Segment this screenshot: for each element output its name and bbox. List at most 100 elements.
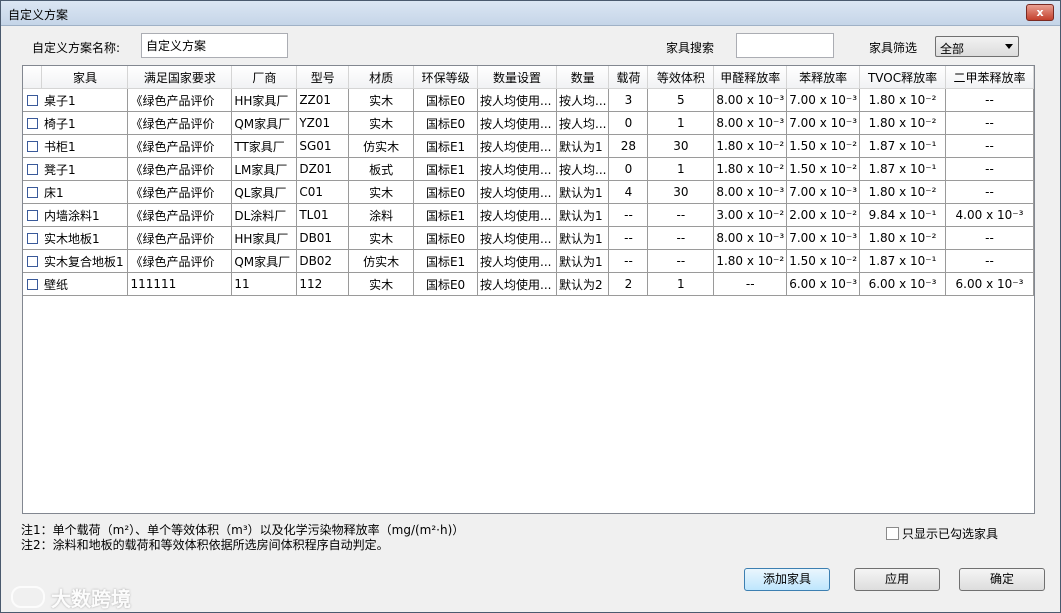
table-cell[interactable]: 板式	[348, 157, 415, 181]
table-cell[interactable]: --	[945, 226, 1034, 250]
table-cell[interactable]: 按人均使用...	[477, 203, 558, 227]
table-cell[interactable]: 3	[608, 88, 649, 112]
table-cell[interactable]: 默认为1	[556, 180, 610, 204]
table-cell[interactable]: DZ01	[296, 157, 350, 181]
table-cell[interactable]: 按人均使用...	[477, 249, 558, 273]
table-cell[interactable]: --	[945, 111, 1034, 135]
table-cell[interactable]: QM家具厂	[231, 249, 298, 273]
checkbox-icon[interactable]	[26, 256, 38, 267]
table-cell[interactable]: DB01	[296, 226, 350, 250]
apply-button[interactable]: 应用	[854, 568, 940, 591]
table-cell[interactable]: 7.00 x 10⁻³	[786, 88, 861, 112]
table-cell[interactable]: 实木	[348, 88, 415, 112]
checkbox-icon[interactable]	[26, 210, 38, 221]
table-cell[interactable]: 28	[608, 134, 649, 158]
checkbox-icon[interactable]	[886, 527, 899, 540]
table-cell[interactable]: 仿实木	[348, 249, 415, 273]
furniture-search-input[interactable]	[736, 33, 834, 58]
furniture-filter-select[interactable]: 全部	[935, 36, 1019, 57]
table-cell[interactable]: 6.00 x 10⁻³	[786, 272, 861, 296]
column-header[interactable]: 满足国家要求	[127, 66, 233, 89]
table-cell[interactable]: 1.50 x 10⁻²	[786, 157, 861, 181]
table-cell[interactable]: --	[945, 88, 1034, 112]
table-cell[interactable]: 《绿色产品评价	[127, 157, 233, 181]
show-selected-checkbox[interactable]: 只显示已勾选家具	[886, 525, 998, 542]
table-cell[interactable]: 国标E1	[413, 134, 479, 158]
column-header[interactable]: 二甲苯释放率	[945, 66, 1034, 89]
table-cell[interactable]: --	[945, 249, 1034, 273]
table-row[interactable]: 壁纸 111111 11 112 实木 国标E0 按人均使用... 默认为2 2 1 -- 6.00 …	[23, 272, 1034, 296]
table-cell[interactable]: 112	[296, 272, 350, 296]
table-cell[interactable]: 1.80 x 10⁻²	[713, 134, 788, 158]
table-cell[interactable]: 1.50 x 10⁻²	[786, 249, 861, 273]
table-row[interactable]: 床1 《绿色产品评价 QL家具厂 C01 实木 国标E0 按人均使用... 默认为1 4 30 8.…	[23, 180, 1034, 204]
table-cell[interactable]: 国标E0	[413, 272, 479, 296]
table-cell[interactable]: 1	[647, 157, 715, 181]
table-cell[interactable]: 按人均...	[556, 88, 610, 112]
table-row[interactable]: 凳子1 《绿色产品评价 LM家具厂 DZ01 板式 国标E1 按人均使用... 按人均... 0…	[23, 157, 1034, 181]
checkbox-icon[interactable]	[26, 164, 38, 175]
checkbox-icon[interactable]	[26, 279, 38, 290]
row-checkbox-cell[interactable]	[23, 249, 42, 273]
add-furniture-button[interactable]: 添加家具	[744, 568, 830, 591]
table-cell[interactable]: 实木	[348, 111, 415, 135]
table-cell[interactable]: 默认为1	[556, 226, 610, 250]
column-header[interactable]: 型号	[296, 66, 350, 89]
table-cell[interactable]: QL家具厂	[231, 180, 298, 204]
column-header[interactable]: 厂商	[231, 66, 298, 89]
table-cell[interactable]: 1	[647, 272, 715, 296]
row-checkbox-cell[interactable]	[23, 226, 42, 250]
table-cell[interactable]: 1.80 x 10⁻²	[859, 111, 946, 135]
table-cell[interactable]: 《绿色产品评价	[127, 226, 233, 250]
table-cell[interactable]: 仿实木	[348, 134, 415, 158]
table-cell[interactable]: --	[945, 157, 1034, 181]
table-cell[interactable]: 1.80 x 10⁻²	[859, 226, 946, 250]
column-header[interactable]: 数量	[556, 66, 610, 89]
table-cell[interactable]: --	[608, 203, 649, 227]
table-cell[interactable]: 1.80 x 10⁻²	[859, 88, 946, 112]
column-header[interactable]: 等效体积	[647, 66, 715, 89]
row-checkbox-cell[interactable]	[23, 203, 42, 227]
table-cell[interactable]: 1.50 x 10⁻²	[786, 134, 861, 158]
table-cell[interactable]: 按人均使用...	[477, 272, 558, 296]
table-cell[interactable]: 30	[647, 134, 715, 158]
row-checkbox-cell[interactable]	[23, 111, 42, 135]
table-cell[interactable]: 1	[647, 111, 715, 135]
table-cell[interactable]: 实木	[348, 272, 415, 296]
table-cell[interactable]: 国标E0	[413, 226, 479, 250]
table-cell[interactable]: C01	[296, 180, 350, 204]
table-cell[interactable]: 7.00 x 10⁻³	[786, 226, 861, 250]
checkbox-icon[interactable]	[26, 233, 38, 244]
table-row[interactable]: 内墙涂料1 《绿色产品评价 DL涂料厂 TL01 涂料 国标E1 按人均使用... 默认为1-…	[23, 203, 1034, 227]
table-cell[interactable]: 按人均使用...	[477, 180, 558, 204]
row-checkbox-cell[interactable]	[23, 88, 42, 112]
table-cell[interactable]: 2.00 x 10⁻²	[786, 203, 861, 227]
table-cell[interactable]: 壁纸	[41, 272, 129, 296]
table-cell[interactable]: 2	[608, 272, 649, 296]
row-checkbox-cell[interactable]	[23, 134, 42, 158]
checkbox-icon[interactable]	[26, 118, 38, 129]
table-cell[interactable]: 国标E1	[413, 249, 479, 273]
table-cell[interactable]: --	[647, 249, 715, 273]
table-cell[interactable]: 7.00 x 10⁻³	[786, 180, 861, 204]
table-cell[interactable]: 《绿色产品评价	[127, 180, 233, 204]
table-cell[interactable]: 5	[647, 88, 715, 112]
table-cell[interactable]: 7.00 x 10⁻³	[786, 111, 861, 135]
checkbox-icon[interactable]	[26, 141, 38, 152]
column-header[interactable]: 材质	[348, 66, 415, 89]
table-cell[interactable]: 8.00 x 10⁻³	[713, 226, 788, 250]
table-cell[interactable]: 1.87 x 10⁻¹	[859, 134, 946, 158]
table-cell[interactable]: TL01	[296, 203, 350, 227]
table-cell[interactable]: 国标E0	[413, 180, 479, 204]
table-cell[interactable]: 椅子1	[41, 111, 129, 135]
table-cell[interactable]: ZZ01	[296, 88, 350, 112]
table-cell[interactable]: 8.00 x 10⁻³	[713, 111, 788, 135]
table-cell[interactable]: 《绿色产品评价	[127, 111, 233, 135]
column-header[interactable]: 甲醛释放率	[713, 66, 788, 89]
table-cell[interactable]: 默认为2	[556, 272, 610, 296]
table-cell[interactable]: 按人均使用...	[477, 88, 558, 112]
table-cell[interactable]: --	[647, 226, 715, 250]
table-cell[interactable]: --	[608, 249, 649, 273]
table-row[interactable]: 实木复合地板1 《绿色产品评价 QM家具厂 DB02 仿实木 国标E1 按人均使用... 默认…	[23, 249, 1034, 273]
table-cell[interactable]: QM家具厂	[231, 111, 298, 135]
